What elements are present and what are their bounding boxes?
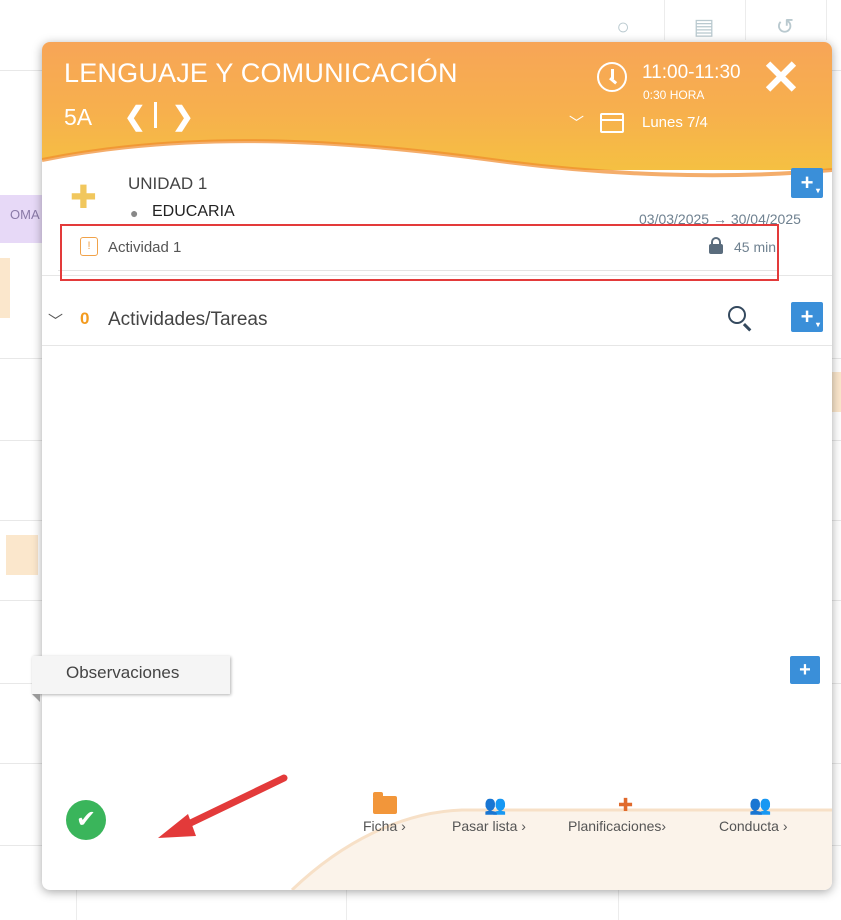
tasks-count: 0 <box>80 309 90 328</box>
divider <box>42 345 832 346</box>
observations-label: Observaciones <box>66 663 180 682</box>
unit-title: UNIDAD 1 <box>128 174 208 193</box>
prev-course-button[interactable]: ❮ <box>124 101 146 132</box>
search-icon[interactable] <box>728 306 746 324</box>
bg-history-icon: ↺ <box>775 14 795 39</box>
grid-line <box>76 890 77 920</box>
add-unit-item-button[interactable]: + ▾ <box>791 168 823 198</box>
bg-event-block <box>832 372 841 412</box>
modal-header: LENGUAJE Y COMUNICACIÓN 5A ❮ ❯ 11:00-11:… <box>42 42 832 190</box>
bg-document-icon: ▤ <box>693 14 715 39</box>
person-icon: ● <box>130 205 139 221</box>
bg-tab: OMA <box>0 195 44 243</box>
people-icon: 👥 <box>484 795 507 815</box>
add-observation-button[interactable]: + <box>790 656 820 684</box>
puzzle-icon: ✚ <box>618 795 634 815</box>
people-icon: 👥 <box>749 795 772 815</box>
annotation-arrow <box>158 774 288 838</box>
bg-search-icon: ○ <box>616 14 630 39</box>
grid-line <box>664 0 665 40</box>
course-label: 5A <box>64 104 93 130</box>
class-duration: 0:30 HORA <box>643 88 705 102</box>
footer-planificaciones[interactable]: Planificaciones› <box>568 818 666 834</box>
highlight-box <box>60 224 779 281</box>
grid-line <box>745 0 746 40</box>
class-time: 11:00-11:30 <box>642 62 741 83</box>
tasks-label[interactable]: Actividades/Tareas <box>108 309 267 331</box>
subject-title: LENGUAJE Y COMUNICACIÓN <box>64 58 458 88</box>
grid-line <box>826 0 827 40</box>
add-task-button[interactable]: + ▾ <box>791 302 823 332</box>
footer-pasar-lista[interactable]: Pasar lista › <box>452 818 526 834</box>
grid-line <box>346 890 347 920</box>
confirm-check-button[interactable]: ✔ <box>66 800 106 840</box>
clock-icon <box>597 62 627 92</box>
footer-ficha[interactable]: Ficha › <box>363 818 406 834</box>
observations-tab[interactable]: Observaciones <box>32 656 230 694</box>
nav-separator <box>154 102 157 128</box>
bg-event-block <box>0 258 10 318</box>
class-modal: LENGUAJE Y COMUNICACIÓN 5A ❮ ❯ 11:00-11:… <box>42 42 832 890</box>
footer-conducta[interactable]: Conducta › <box>719 818 787 834</box>
chevron-down-icon[interactable]: ﹀ <box>569 112 584 133</box>
close-button[interactable]: ✕ <box>758 55 804 103</box>
class-date[interactable]: Lunes 7/4 <box>642 114 708 131</box>
next-course-button[interactable]: ❯ <box>172 101 194 132</box>
bg-event-block <box>6 535 38 575</box>
puzzle-icon: ✚ <box>70 179 97 215</box>
folder-icon <box>373 792 397 814</box>
teacher-name: EDUCARIA <box>152 203 235 220</box>
grid-line <box>618 890 619 920</box>
calendar-icon[interactable] <box>600 113 624 133</box>
chevron-down-icon[interactable]: ﹀ <box>48 310 63 331</box>
tab-fold <box>32 694 40 702</box>
caret-down-icon: ▾ <box>815 320 820 329</box>
caret-down-icon: ▾ <box>815 186 820 195</box>
